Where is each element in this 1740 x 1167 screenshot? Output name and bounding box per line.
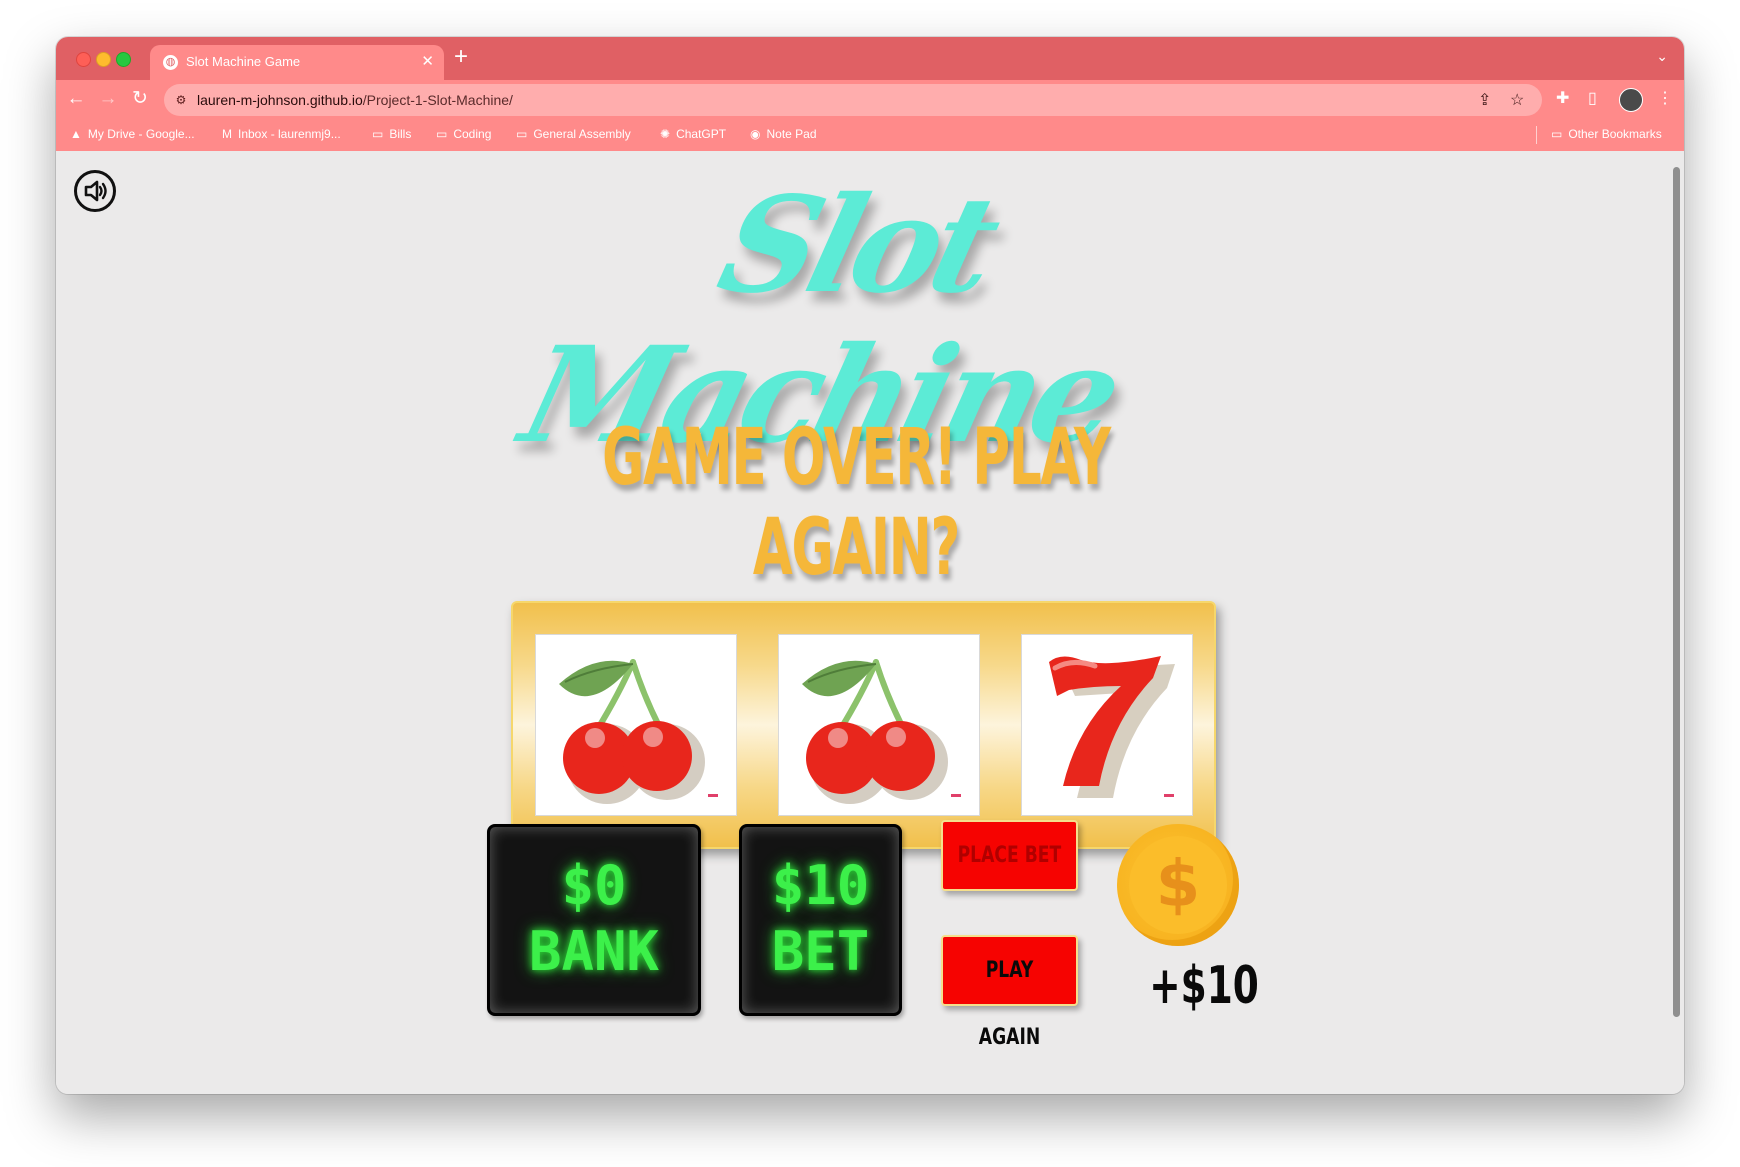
maximize-window-button[interactable] <box>116 52 131 67</box>
url-path: /Project-1-Slot-Machine/ <box>362 92 513 108</box>
bookmark-label: Other Bookmarks <box>1568 127 1662 141</box>
speaker-icon <box>84 180 107 202</box>
tab-list-chevron-icon[interactable]: ⌄ <box>1656 48 1668 65</box>
bookmark-label: General Assembly <box>533 127 631 141</box>
share-icon[interactable]: ⇪ <box>1478 90 1491 110</box>
coin-icon: $ <box>1117 824 1239 946</box>
tab-title: Slot Machine Game <box>186 54 301 69</box>
game-message: GAME OVER! PLAY AGAIN? <box>602 413 1111 593</box>
tab-bar: ◍ Slot Machine Game ✕ + ⌄ <box>56 37 1684 80</box>
folder-icon: ▭ <box>372 127 384 141</box>
address-bar[interactable]: ⚙ lauren-m-johnson.github.io/Project-1-S… <box>164 84 1542 116</box>
bookmark-label: Inbox - laurenmj9... <box>238 127 341 141</box>
cherries-icon <box>559 659 718 804</box>
folder-icon: ▭ <box>1551 127 1563 141</box>
bookmark-note-pad[interactable]: ◉ Note Pad <box>750 127 817 141</box>
bookmark-folder-coding[interactable]: ▭ Coding <box>436 127 491 141</box>
winnings-value: +$10 <box>1149 956 1259 1016</box>
chatgpt-icon: ✺ <box>660 127 671 141</box>
back-arrow-icon[interactable]: ← <box>64 87 88 111</box>
reel-2 <box>778 634 980 816</box>
page-title: Slot Machine <box>508 168 1130 473</box>
google-drive-icon: ▲ <box>70 127 82 141</box>
place-bet-label: PLACE BET <box>957 843 1062 868</box>
globe-icon: ◉ <box>750 127 761 141</box>
play-again-button[interactable]: PLAY AGAIN <box>941 935 1078 1050</box>
url-host: lauren-m-johnson.github.io <box>197 92 363 108</box>
browser-toolbar: ← → ↻ ⚙ lauren-m-johnson.github.io/Proje… <box>56 80 1684 119</box>
bookmark-my-drive[interactable]: ▲ My Drive - Google... <box>70 127 195 141</box>
bookmark-label: Coding <box>453 127 492 141</box>
browser-window: ◍ Slot Machine Game ✕ + ⌄ ← → ↻ ⚙ lauren… <box>56 37 1684 1094</box>
place-bet-button[interactable]: PLACE BET <box>941 820 1078 891</box>
bookmark-label: Bills <box>389 127 412 141</box>
url-text[interactable]: lauren-m-johnson.github.io/Project-1-Slo… <box>197 92 513 108</box>
seven-icon <box>1049 656 1175 798</box>
bet-label: BET <box>771 920 870 983</box>
tab-slot-machine-game[interactable]: ◍ Slot Machine Game ✕ <box>150 45 444 80</box>
bet-value: $10 <box>771 854 870 917</box>
bookmark-label: My Drive - Google... <box>87 127 195 141</box>
cherries-icon <box>802 659 961 804</box>
page-content: Slot Machine GAME OVER! PLAY AGAIN? $0 B… <box>56 151 1669 1094</box>
reel-frame <box>511 601 1216 849</box>
close-window-button[interactable] <box>76 52 91 67</box>
globe-icon: ◍ <box>163 55 178 70</box>
profile-avatar[interactable] <box>1619 88 1643 112</box>
bank-display: $0 BANK <box>487 824 701 1016</box>
bookmark-other-bookmarks[interactable]: ▭ Other Bookmarks <box>1551 127 1662 141</box>
bank-value: $0 <box>561 854 627 917</box>
bookmark-label: ChatGPT <box>676 127 727 141</box>
bookmarks-bar: ▲ My Drive - Google... M Inbox - laurenmj9… <box>56 119 1684 151</box>
reel-3 <box>1021 634 1193 816</box>
bet-display: $10 BET <box>739 824 902 1016</box>
page-scrollbar[interactable] <box>1669 151 1684 1094</box>
kebab-menu-icon[interactable]: ⋮ <box>1657 88 1673 108</box>
bookmark-star-icon[interactable]: ☆ <box>1510 90 1524 110</box>
reel-1 <box>535 634 737 816</box>
play-again-label: PLAY AGAIN <box>978 958 1041 1050</box>
folder-icon: ▭ <box>436 127 448 141</box>
reload-icon[interactable]: ↻ <box>128 87 152 111</box>
coin-dollar-symbol: $ <box>1155 848 1201 922</box>
scrollbar-thumb[interactable] <box>1673 167 1680 1017</box>
minimize-window-button[interactable] <box>96 52 111 67</box>
bookmark-inbox[interactable]: M Inbox - laurenmj9... <box>222 127 341 141</box>
gmail-icon: M <box>222 127 232 141</box>
new-tab-button[interactable]: + <box>454 43 468 71</box>
sound-toggle-button[interactable] <box>74 170 116 212</box>
close-tab-icon[interactable]: ✕ <box>421 52 434 70</box>
bookmark-folder-general-assembly[interactable]: ▭ General Assembly <box>516 127 631 141</box>
bank-label: BANK <box>528 920 660 983</box>
site-info-icon[interactable]: ⚙ <box>173 92 189 108</box>
side-panel-icon[interactable]: ▯ <box>1588 88 1597 108</box>
bookmark-folder-bills[interactable]: ▭ Bills <box>372 127 411 141</box>
extensions-puzzle-icon[interactable]: ✚ <box>1556 88 1569 108</box>
bookmark-label: Note Pad <box>766 127 817 141</box>
forward-arrow-icon[interactable]: → <box>96 87 120 111</box>
folder-icon: ▭ <box>516 127 528 141</box>
bookmark-chatgpt[interactable]: ✺ ChatGPT <box>660 127 726 141</box>
winnings-text: +$10 <box>1128 956 1259 1016</box>
bookmark-divider <box>1536 126 1537 144</box>
